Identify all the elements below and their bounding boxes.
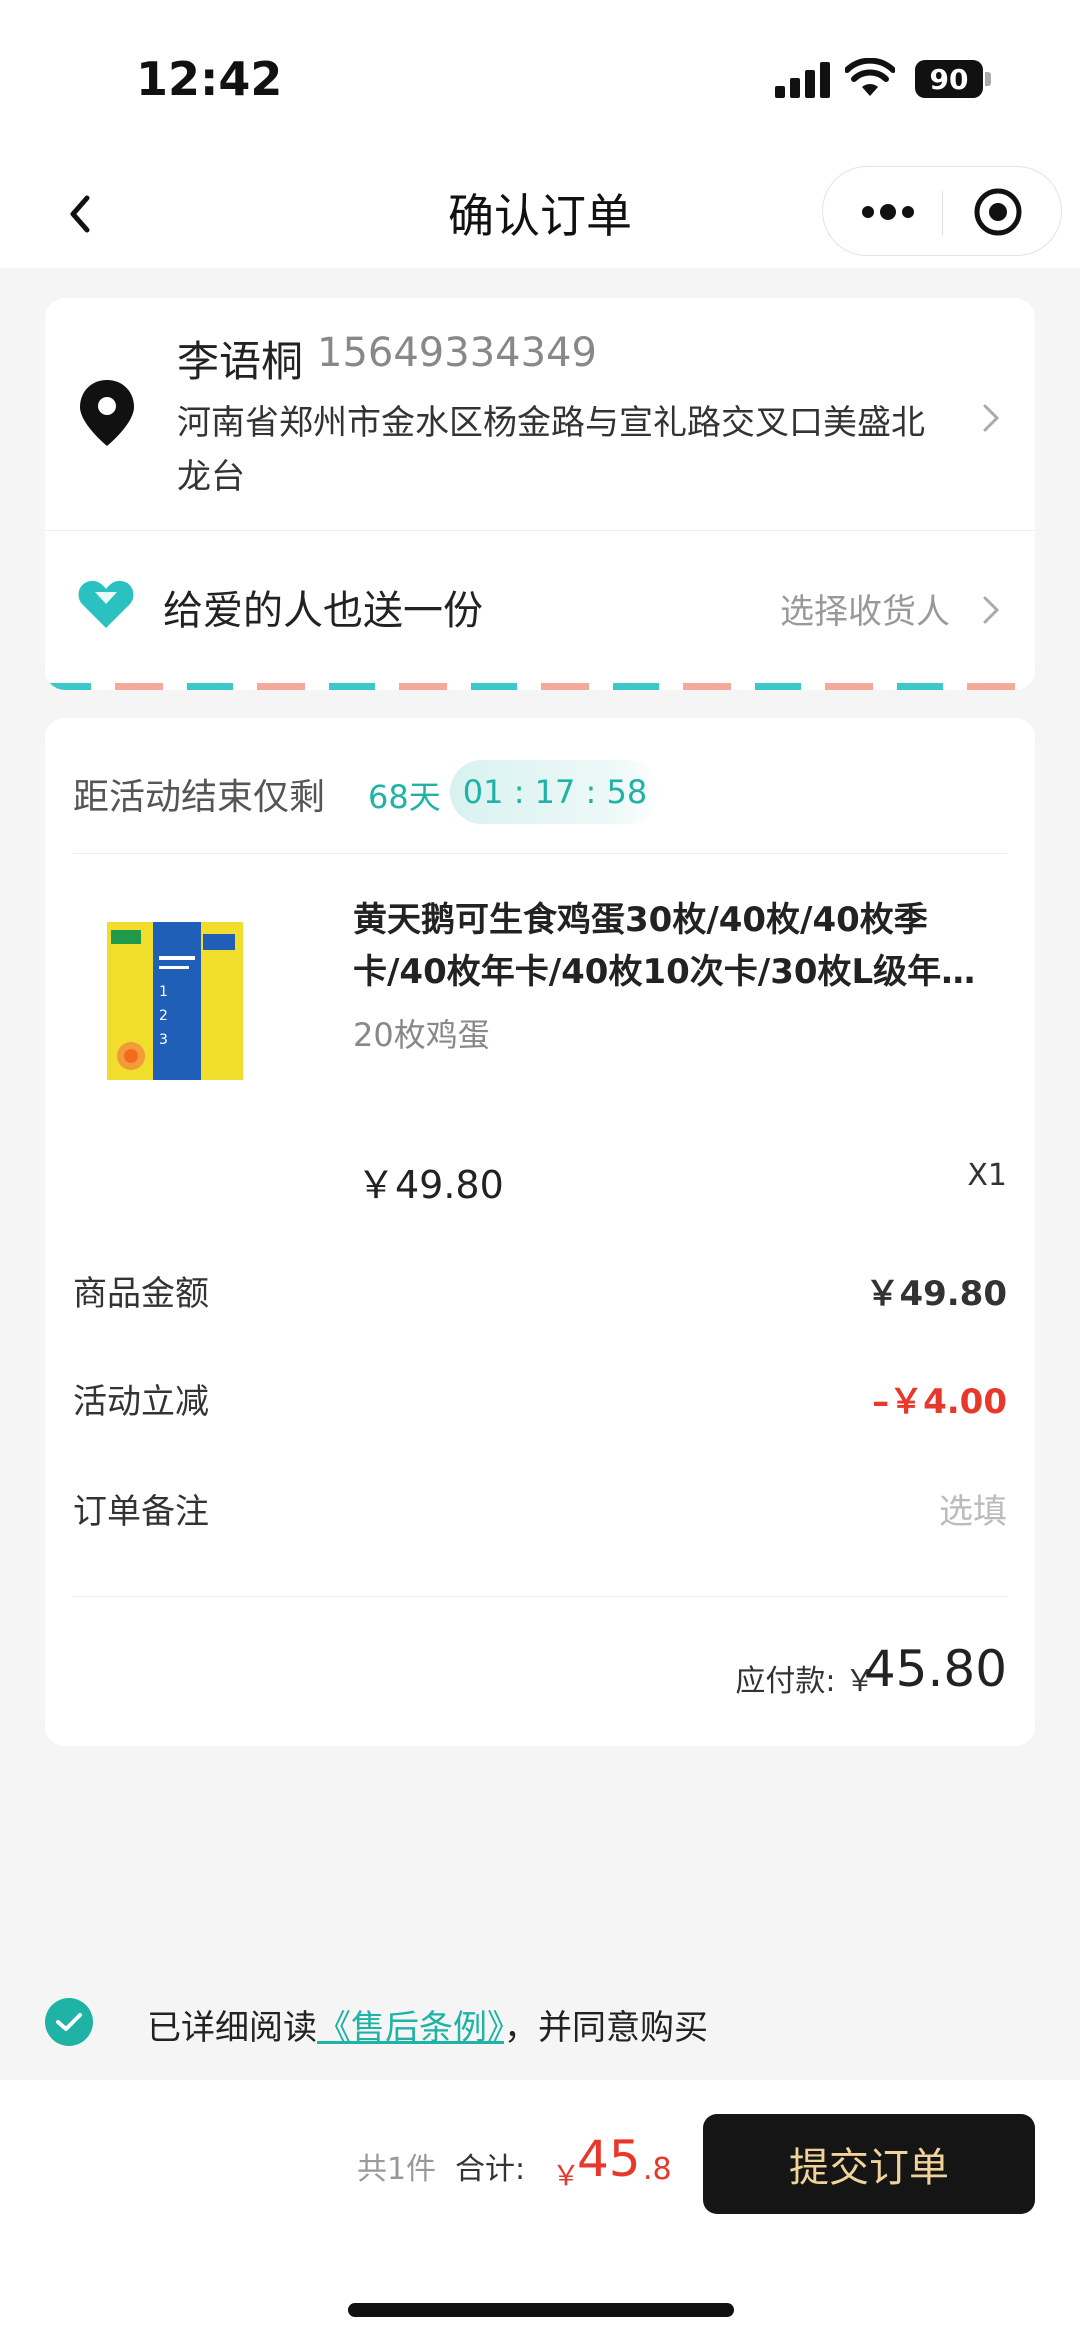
recipient-name: 李语桐 [177, 337, 304, 386]
product-spec: 20枚鸡蛋 [353, 1016, 490, 1054]
svg-text:2: 2 [159, 1008, 168, 1024]
chevron-right-icon [983, 404, 1000, 432]
product-price: ￥49.80 [357, 1163, 504, 1207]
order-card: 距活动结束仅剩 68天 01 : 17 : 58 1 2 3 黄天鹅可生食鸡蛋3… [45, 718, 1035, 1746]
location-pin-icon [80, 380, 134, 446]
battery-level: 90 [929, 62, 969, 96]
item-count: 共1件 [357, 2152, 437, 2187]
home-indicator[interactable] [348, 2303, 734, 2317]
more-dots-icon [862, 204, 914, 220]
payable-value: 45.80 [863, 1640, 1007, 1698]
recipient-phone: 15649334349 [317, 330, 597, 376]
bottom-bar: 共1件 合计: ￥ 45 .8 提交订单 [0, 2080, 1080, 2341]
envelope-stripe [45, 683, 1035, 690]
battery-tip [985, 72, 991, 86]
agree-checkbox[interactable] [45, 1998, 93, 2046]
product-title[interactable]: 黄天鹅可生食鸡蛋30枚/40枚/40枚季卡/40枚年卡/40枚10次卡/30枚L… [353, 894, 1013, 998]
divider [73, 853, 1007, 854]
heart-icon [78, 580, 134, 628]
payable-label: 应付款: ￥ [735, 1664, 875, 1699]
goods-amount-value: ￥49.80 [865, 1274, 1007, 1314]
signal-icon [775, 62, 831, 98]
svg-text:3: 3 [159, 1032, 168, 1048]
discount-value: –￥4.00 [872, 1382, 1007, 1422]
agreement-prefix: 已详细阅读 [147, 2008, 317, 2048]
total-amount-decimal: .8 [643, 2152, 672, 2187]
check-icon [56, 2013, 82, 2031]
status-bar: 12:42 90 [0, 0, 1080, 160]
total-label: 合计: [455, 2152, 526, 2187]
agreement-row: 已详细阅读《售后条例》，并同意购买 [45, 1994, 1035, 2054]
svg-text:1: 1 [159, 984, 168, 1000]
address-card[interactable]: 李语桐 15649334349 河南省郑州市金水区杨金路与宣礼路交叉口美盛北龙台… [45, 298, 1035, 690]
countdown-time-text: 01 : 17 : 58 [462, 773, 648, 811]
total-currency: ￥ [552, 2159, 581, 2192]
divider [45, 530, 1035, 531]
goods-amount-label: 商品金额 [73, 1274, 209, 1314]
countdown-timer: 01 : 17 : 58 [450, 760, 660, 824]
order-remark-input[interactable]: 选填 [939, 1484, 1007, 1533]
battery-icon: 90 [915, 60, 983, 98]
countdown-days: 68天 [368, 778, 441, 816]
product-quantity: X1 [967, 1158, 1007, 1193]
close-target-icon[interactable] [973, 187, 1023, 237]
nav-bar: 确认订单 [0, 160, 1080, 268]
agreement-text: 已详细阅读《售后条例》，并同意购买 [147, 2000, 708, 2049]
mini-program-capsule [822, 166, 1062, 256]
discount-label: 活动立减 [73, 1382, 209, 1422]
wifi-icon [845, 58, 895, 96]
divider [73, 1596, 1007, 1597]
more-button[interactable] [858, 192, 918, 232]
chevron-right-icon [983, 596, 1000, 624]
countdown-label: 距活动结束仅剩 [73, 777, 326, 818]
submit-order-button[interactable]: 提交订单 [703, 2114, 1035, 2214]
capsule-divider [942, 191, 943, 235]
gift-label[interactable]: 给爱的人也送一份 [163, 578, 483, 636]
total-amount-integer: 45 [577, 2130, 641, 2188]
select-recipient-link[interactable]: 选择收货人 [780, 584, 950, 633]
status-time: 12:42 [136, 52, 283, 106]
order-remark-label: 订单备注 [73, 1492, 209, 1532]
agreement-suffix: ，并同意购买 [504, 2008, 708, 2048]
product-image[interactable]: 1 2 3 [75, 898, 275, 1098]
egg-box-image: 1 2 3 [107, 922, 243, 1080]
address-detail: 河南省郑州市金水区杨金路与宣礼路交叉口美盛北龙台 [177, 403, 925, 497]
after-sales-terms-link[interactable]: 《售后条例》 [317, 2008, 504, 2048]
